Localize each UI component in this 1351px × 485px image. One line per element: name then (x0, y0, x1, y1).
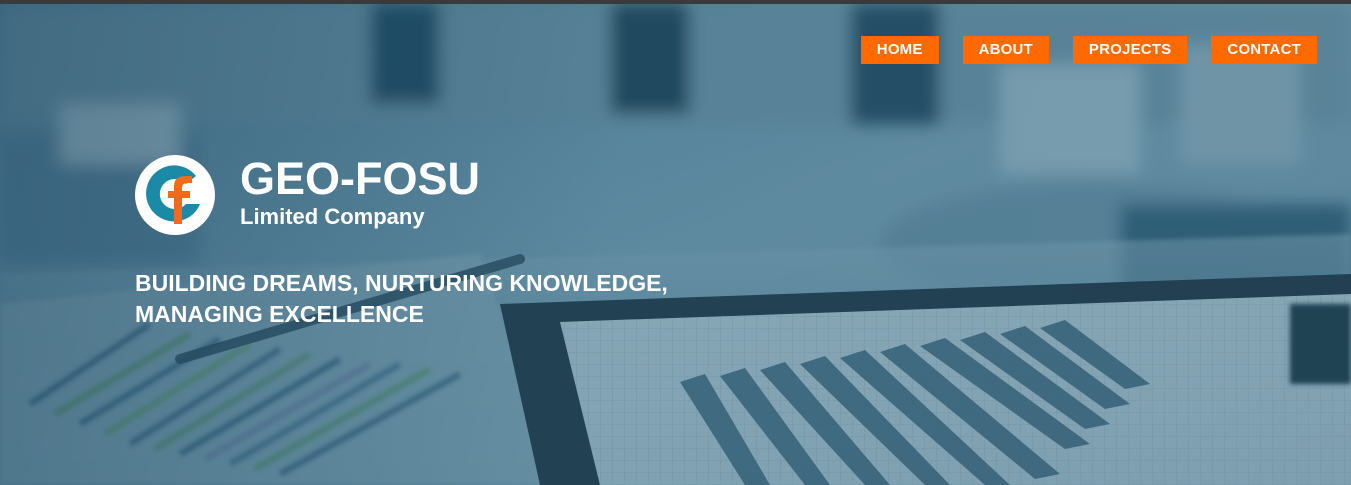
nav-projects-link[interactable]: PROJECTS (1072, 36, 1188, 64)
nav-contact-link[interactable]: CONTACT (1211, 36, 1317, 64)
background-overlay (0, 4, 1351, 485)
company-name: GEO-FOSU (240, 153, 481, 204)
tagline-line-2: MANAGING EXCELLENCE (135, 301, 424, 327)
tagline-line-1: BUILDING DREAMS, NURTURING KNOWLEDGE, (135, 270, 668, 296)
brand-text: GEO-FOSU Limited Company (240, 154, 480, 230)
brand: GEO-FOSU Limited Company (134, 154, 480, 236)
hero-tagline: BUILDING DREAMS, NURTURING KNOWLEDGE, MA… (135, 268, 835, 330)
nav-about-link[interactable]: ABOUT (962, 36, 1049, 64)
main-nav: HOME ABOUT PROJECTS CONTACT (860, 36, 1317, 64)
company-subtitle: Limited Company (240, 204, 425, 229)
hero-banner: HOME ABOUT PROJECTS CONTACT GEO-FOSU Lim… (0, 0, 1351, 485)
company-logo-icon[interactable] (134, 154, 216, 236)
top-border (0, 0, 1351, 4)
nav-home-link[interactable]: HOME (860, 36, 939, 64)
